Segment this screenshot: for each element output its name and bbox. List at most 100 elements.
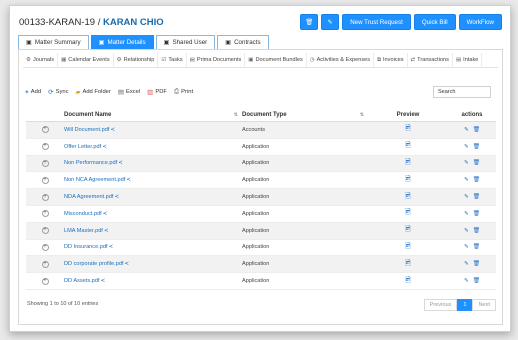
print-button[interactable]: ⎙ Print bbox=[174, 88, 193, 96]
preview-icon[interactable]: 🖻 bbox=[405, 242, 411, 253]
trash-icon[interactable]: 🗑 bbox=[473, 228, 480, 234]
next-page-button[interactable]: Next bbox=[472, 299, 496, 311]
edit-icon[interactable]: ✎ bbox=[464, 194, 469, 200]
tab-shared-user[interactable]: ▣ Shared User bbox=[155, 35, 216, 49]
documents-table: Document Name ⇅ Document Type ⇅ Preview … bbox=[26, 108, 496, 290]
document-link[interactable]: DD corporate profile.pdf ≺ bbox=[64, 261, 129, 267]
client-name[interactable]: KARAN CHIO bbox=[103, 17, 164, 28]
pdf-button[interactable]: ▥ PDF bbox=[147, 88, 167, 96]
preview-icon[interactable]: 🖻 bbox=[405, 259, 411, 270]
table-row: + Misconduct.pdf ≺ Application 🖻 ✎ 🗑 bbox=[26, 206, 496, 223]
expand-row-icon[interactable]: + bbox=[41, 193, 49, 201]
edit-icon[interactable]: ✎ bbox=[464, 228, 469, 234]
workflow-button[interactable]: WorkFlow bbox=[458, 14, 502, 30]
share-icon[interactable]: ≺ bbox=[100, 278, 105, 284]
preview-icon[interactable]: 🖻 bbox=[405, 175, 411, 186]
tab-activities-expenses[interactable]: ◷ Activities & Expenses bbox=[307, 53, 375, 67]
share-icon[interactable]: ≺ bbox=[126, 177, 131, 183]
add-folder-button[interactable]: ▰ Add Folder bbox=[75, 88, 110, 96]
page-1-button[interactable]: 1 bbox=[457, 299, 473, 311]
trash-icon[interactable]: 🗑 bbox=[473, 244, 480, 250]
expand-row-icon[interactable]: + bbox=[41, 243, 49, 251]
share-icon[interactable]: ≺ bbox=[102, 144, 107, 150]
sort-icon: ⇅ bbox=[233, 111, 238, 118]
document-link[interactable]: Non Performance.pdf ≺ bbox=[64, 160, 123, 166]
tab-contracts[interactable]: ▣ Contracts bbox=[217, 35, 269, 49]
exchange-icon: ⇄ bbox=[410, 57, 416, 63]
tab-matter-details[interactable]: ▣ Matter Details bbox=[90, 35, 154, 49]
trash-icon[interactable]: 🗑 bbox=[473, 194, 480, 200]
expand-row-icon[interactable]: + bbox=[41, 227, 49, 235]
expand-row-icon[interactable]: + bbox=[41, 210, 49, 218]
add-button[interactable]: + Add bbox=[25, 88, 41, 96]
share-icon[interactable]: ≺ bbox=[104, 228, 109, 234]
preview-icon[interactable]: 🖻 bbox=[405, 141, 411, 152]
edit-icon[interactable]: ✎ bbox=[464, 144, 469, 150]
edit-icon[interactable]: ✎ bbox=[464, 160, 469, 166]
column-header-document-name[interactable]: Document Name ⇅ bbox=[64, 112, 242, 118]
tab-transactions[interactable]: ⇄ Transactions bbox=[408, 53, 453, 67]
expand-row-icon[interactable]: + bbox=[41, 176, 49, 184]
document-link[interactable]: Offer Letter.pdf ≺ bbox=[64, 144, 107, 150]
document-link[interactable]: Non NCA Agreement.pdf ≺ bbox=[64, 177, 131, 183]
preview-icon[interactable]: 🖻 bbox=[405, 158, 411, 169]
share-icon[interactable]: ≺ bbox=[103, 211, 108, 217]
trash-icon[interactable]: 🗑 bbox=[473, 261, 480, 267]
tab-label: Document Bundles bbox=[255, 57, 303, 63]
document-link[interactable]: LMA Master.pdf ≺ bbox=[64, 228, 108, 234]
preview-icon[interactable]: 🖻 bbox=[405, 208, 411, 219]
tab-document-bundles[interactable]: ▣ Document Bundles bbox=[245, 53, 307, 67]
search-input[interactable] bbox=[433, 86, 491, 98]
column-header-document-type[interactable]: Document Type ⇅ bbox=[242, 112, 368, 118]
expand-row-icon[interactable]: + bbox=[41, 260, 49, 268]
tab-calendar-events[interactable]: ▦ Calendar Events bbox=[58, 53, 114, 67]
edit-icon[interactable]: ✎ bbox=[464, 244, 469, 250]
previous-page-button[interactable]: Previous bbox=[423, 299, 458, 311]
edit-button[interactable]: ✎ bbox=[321, 14, 340, 30]
share-icon[interactable]: ≺ bbox=[110, 127, 115, 133]
trash-icon[interactable]: 🗑 bbox=[473, 160, 480, 166]
new-trust-request-button[interactable]: New Trust Request bbox=[342, 14, 411, 30]
trash-icon[interactable]: 🗑 bbox=[473, 211, 480, 217]
share-icon[interactable]: ≺ bbox=[114, 194, 119, 200]
preview-icon[interactable]: 🖻 bbox=[405, 225, 411, 236]
tab-tasks[interactable]: ☑ Tasks bbox=[158, 53, 187, 67]
sync-button[interactable]: ⟳ Sync bbox=[48, 88, 68, 96]
document-link[interactable]: Misconduct.pdf ≺ bbox=[64, 211, 107, 217]
excel-button[interactable]: ▤ Excel bbox=[118, 88, 140, 96]
edit-icon[interactable]: ✎ bbox=[464, 177, 469, 183]
edit-icon[interactable]: ✎ bbox=[464, 278, 469, 284]
trash-icon[interactable]: 🗑 bbox=[473, 144, 480, 150]
trash-icon[interactable]: 🗑 bbox=[473, 127, 480, 133]
preview-icon[interactable]: 🖻 bbox=[405, 192, 411, 203]
document-link[interactable]: DD Insurance.pdf ≺ bbox=[64, 244, 113, 250]
expand-row-icon[interactable]: + bbox=[41, 126, 49, 134]
tab-intake[interactable]: ▤ Intake bbox=[453, 53, 483, 67]
tab-matter-summary[interactable]: ▣ Matter Summary bbox=[18, 35, 89, 49]
edit-icon[interactable]: ✎ bbox=[464, 261, 469, 267]
document-link[interactable]: Will Document.pdf ≺ bbox=[64, 127, 115, 133]
delete-button[interactable]: 🗑 bbox=[300, 14, 319, 30]
edit-icon[interactable]: ✎ bbox=[464, 127, 469, 133]
expand-row-icon[interactable]: + bbox=[41, 159, 49, 167]
copy-icon: ⧉ bbox=[377, 56, 381, 63]
preview-icon[interactable]: 🖻 bbox=[405, 276, 411, 287]
preview-icon[interactable]: 🖻 bbox=[405, 124, 411, 135]
document-type: Application bbox=[242, 160, 270, 167]
sort-icon: ⇅ bbox=[359, 111, 364, 118]
document-link[interactable]: NDA Agreement.pdf ≺ bbox=[64, 194, 119, 200]
quick-bill-button[interactable]: Quick Bill bbox=[413, 14, 456, 30]
document-link[interactable]: DD Assets.pdf ≺ bbox=[64, 278, 105, 284]
expand-row-icon[interactable]: + bbox=[41, 143, 49, 151]
trash-icon[interactable]: 🗑 bbox=[473, 177, 480, 183]
expand-row-icon[interactable]: + bbox=[41, 277, 49, 285]
share-icon[interactable]: ≺ bbox=[124, 261, 129, 267]
tab-invoices[interactable]: ⧉ Invoices bbox=[374, 53, 408, 67]
tab-journals[interactable]: ⚙ Journals bbox=[23, 53, 59, 67]
trash-icon[interactable]: 🗑 bbox=[473, 278, 480, 284]
share-icon[interactable]: ≺ bbox=[109, 244, 114, 250]
tab-relationship[interactable]: ⚙ Relationship bbox=[114, 53, 159, 67]
tab-prima-documents[interactable]: ▤ Prima Documents bbox=[187, 53, 246, 67]
share-icon[interactable]: ≺ bbox=[118, 160, 123, 166]
edit-icon[interactable]: ✎ bbox=[464, 211, 469, 217]
